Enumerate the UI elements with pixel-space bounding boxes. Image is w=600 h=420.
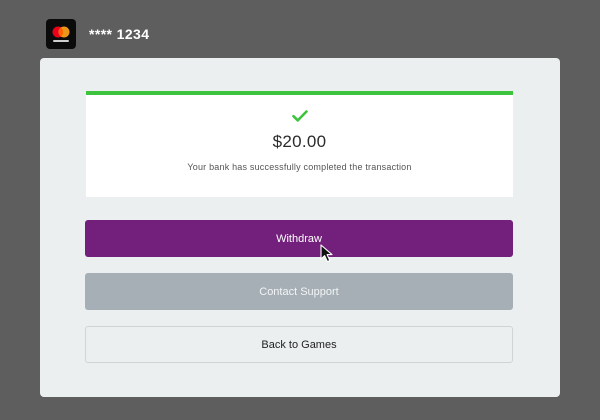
back-to-games-button[interactable]: Back to Games (85, 326, 513, 363)
transaction-result: $20.00 Your bank has successfully comple… (86, 91, 513, 197)
withdraw-button-label: Withdraw (276, 232, 322, 245)
contact-support-button-label: Contact Support (259, 285, 339, 298)
mastercard-logo-icon (46, 19, 76, 49)
transaction-status-message: Your bank has successfully completed the… (187, 162, 412, 172)
card-number: **** 1234 (89, 26, 150, 42)
transaction-amount: $20.00 (272, 132, 327, 151)
contact-support-button[interactable]: Contact Support (85, 273, 513, 310)
page: **** 1234 $20.00 Your bank has successfu… (0, 0, 600, 420)
withdraw-button[interactable]: Withdraw (85, 220, 513, 257)
transaction-panel: $20.00 Your bank has successfully comple… (40, 58, 560, 397)
card-header: **** 1234 (46, 19, 149, 49)
checkmark-icon (292, 110, 308, 122)
back-to-games-button-label: Back to Games (261, 338, 337, 351)
